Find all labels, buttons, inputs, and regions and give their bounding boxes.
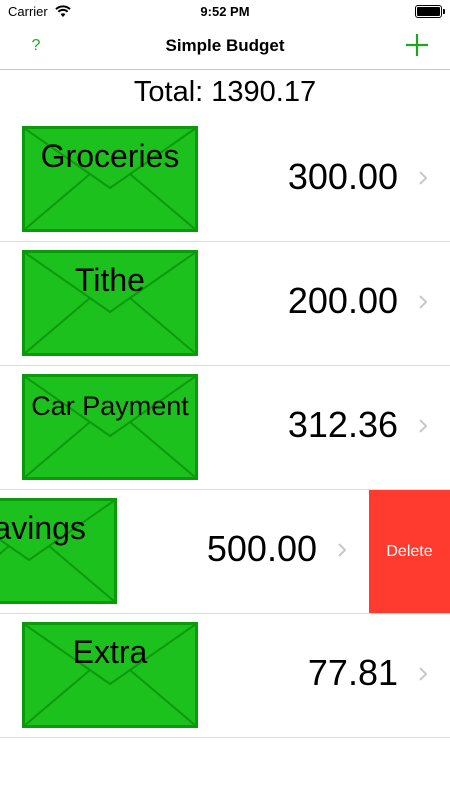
chevron-right-icon <box>338 543 347 557</box>
envelope-name: Groceries <box>40 138 180 174</box>
page-title: Simple Budget <box>165 36 285 55</box>
envelope-row[interactable]: Car Payment 312.36 <box>0 366 450 490</box>
chevron-right-icon <box>419 295 428 309</box>
envelope-row[interactable]: Extra 77.81 <box>0 614 450 738</box>
envelope-name: Car Payment <box>31 391 189 421</box>
envelope-amount: 300.00 <box>287 156 398 197</box>
envelope-amount: 77.81 <box>307 652 398 693</box>
chevron-right-icon <box>419 171 428 185</box>
status-time: 9:52 PM <box>200 4 250 19</box>
envelope-icon: Savings <box>0 498 117 604</box>
envelope-icon: Car Payment <box>22 374 198 480</box>
help-button[interactable]: ? <box>22 34 50 62</box>
envelope-list: Groceries 300.00 Tithe 200.00 Car Paymen… <box>0 118 450 738</box>
status-bar: Carrier 9:52 PM <box>0 0 450 24</box>
chevron-right-icon <box>419 667 428 681</box>
chevron-right-icon <box>419 419 428 433</box>
total-label: Total: 1390.17 <box>133 76 317 108</box>
battery-icon <box>415 5 445 18</box>
envelope-name: Tithe <box>75 262 145 298</box>
envelope-amount: 200.00 <box>287 280 398 321</box>
envelope-row[interactable]: Groceries 300.00 <box>0 118 450 242</box>
delete-button[interactable]: Delete <box>369 490 450 613</box>
envelope-icon: Tithe <box>22 250 198 356</box>
envelope-icon: Extra <box>22 622 198 728</box>
envelope-amount: 312.36 <box>287 404 398 445</box>
envelope-icon: Groceries <box>22 126 198 232</box>
plus-icon[interactable] <box>404 32 430 58</box>
envelope-name: Savings <box>0 510 86 546</box>
navigation-bar: ? Simple Budget <box>0 24 450 70</box>
envelope-row[interactable]: Tithe 200.00 <box>0 242 450 366</box>
envelope-row[interactable]: Savings 500.00 Delete <box>0 490 450 614</box>
envelope-amount: 500.00 <box>206 528 317 569</box>
envelope-name: Extra <box>72 634 148 670</box>
